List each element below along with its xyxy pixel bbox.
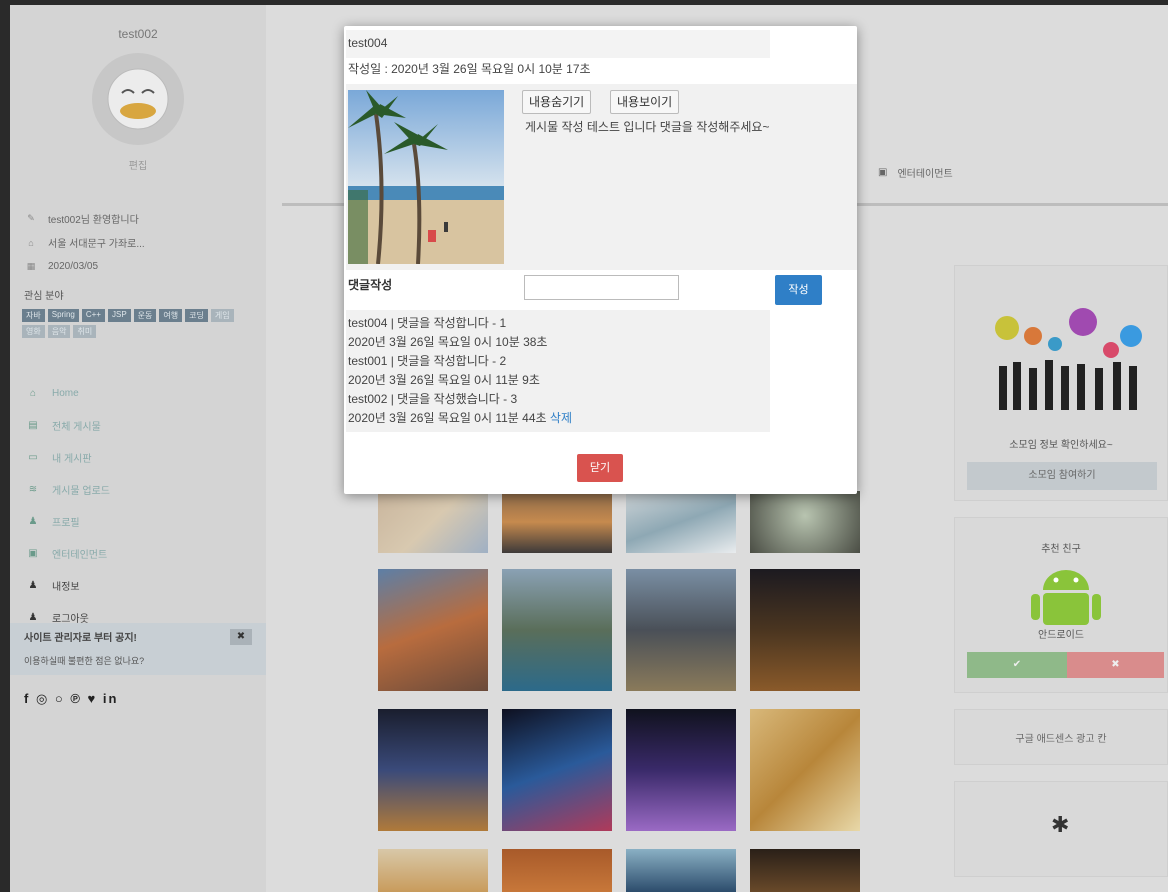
comment-date-row: 2020년 3월 26일 목요일 0시 11분 44초 삭제 <box>348 409 768 428</box>
info-address: ⌂ 서울 서대문구 가좌로... <box>26 235 144 251</box>
photo-tile[interactable] <box>378 709 488 831</box>
comment-text: test002 | 댓글을 작성했습니다 - 3 <box>348 392 518 406</box>
photo-tile[interactable] <box>750 849 860 892</box>
tag: 영화 <box>22 325 45 338</box>
bug-widget: ✱ <box>954 781 1168 877</box>
reject-friend-button[interactable]: ✖ <box>1067 652 1164 678</box>
photo-tile[interactable] <box>502 709 612 831</box>
friend-title: 추천 친구 <box>1041 544 1081 555</box>
sidebar-item-my-info[interactable]: ♟ 내정보 <box>10 569 266 601</box>
tag: Spring <box>47 309 79 322</box>
friend-widget: 추천 친구 안드로이드 ✔ ✖ <box>954 517 1168 693</box>
profile-username: test002 <box>118 27 158 41</box>
join-group-button[interactable]: 소모임 참여하기 <box>967 462 1157 490</box>
comment-text: test004 | 댓글을 작성합니다 - 1 <box>348 316 507 330</box>
comment-date: 2020년 3월 26일 목요일 0시 11분 44초 <box>348 411 547 425</box>
tag: C++ <box>81 309 105 322</box>
ad-widget: 구글 애드센스 광고 칸 <box>954 709 1168 765</box>
post-body: 내용숨기기 내용보이기 게시물 작성 테스트 입니다 댓글을 작성해주세요~ <box>346 84 857 270</box>
delete-comment-link[interactable]: 삭제 <box>550 411 572 425</box>
comment-list: test004 | 댓글을 작성합니다 - 1 2020년 3월 26일 목요일… <box>346 310 770 432</box>
tag: 취미 <box>73 325 97 338</box>
photo-tile[interactable] <box>626 849 736 892</box>
sidebar-item-profile[interactable]: ♟ 프로필 <box>10 505 266 537</box>
comment-label: 댓글작성 <box>348 278 393 292</box>
hide-content-button[interactable]: 내용숨기기 <box>522 90 592 114</box>
tag: 코딩 <box>185 309 208 322</box>
home-icon: ⌂ <box>29 387 37 399</box>
comment-date: 2020년 3월 26일 목요일 0시 11분 9초 <box>348 373 540 387</box>
folder-icon: ▭ <box>28 451 38 463</box>
film-icon: ▣ <box>878 167 888 178</box>
sidebar-item-my-board[interactable]: ▭ 내 게시판 <box>10 441 266 473</box>
notice-close-button[interactable]: ✖ <box>230 629 252 645</box>
notice-text: 이용하실때 불편한 점은 없나요? <box>24 656 145 666</box>
home-icon: ⌂ <box>28 237 34 248</box>
post-author: test004 <box>346 30 770 58</box>
tag: 자바 <box>22 309 45 322</box>
tag: JSP <box>107 309 131 322</box>
photo-tile[interactable] <box>378 491 488 553</box>
group-widget: 소모임 정보 확인하세요~ 소모임 참여하기 <box>954 265 1168 501</box>
photo-tile[interactable] <box>626 569 736 691</box>
notice-title: 사이트 관리자로 부터 공지! <box>24 633 137 644</box>
photo-tile[interactable] <box>378 569 488 691</box>
sidebar-item-upload[interactable]: ≋ 게시물 업로드 <box>10 473 266 505</box>
calendar-icon: ▦ <box>26 261 36 271</box>
tag: 운동 <box>133 309 157 322</box>
edit-profile-link[interactable]: 편집 <box>10 157 266 172</box>
group-label: 소모임 정보 확인하세요~ <box>1009 440 1113 451</box>
beach-photo <box>348 90 504 264</box>
photo-tile[interactable] <box>626 491 736 553</box>
ad-label: 구글 애드센스 광고 칸 <box>1015 734 1107 745</box>
photo-tile[interactable] <box>626 709 736 831</box>
friend-name: 안드로이드 <box>1038 630 1084 641</box>
sidebar-item-home[interactable]: ⌂ Home <box>10 377 266 409</box>
comment-input[interactable] <box>524 275 679 300</box>
post-date: 작성일 : 2020년 3월 26일 목요일 0시 10분 17초 <box>348 62 591 76</box>
photo-tile[interactable] <box>502 569 612 691</box>
admin-notice: 사이트 관리자로 부터 공지! 이용하실때 불편한 점은 없나요? ✖ <box>10 623 266 675</box>
header-entertainment-link[interactable]: ▣ 엔터테이먼트 <box>878 165 953 180</box>
comment-date: 2020년 3월 26일 목요일 0시 10분 38초 <box>348 335 548 349</box>
user-icon: ♟ <box>28 515 38 527</box>
wifi-icon: ≋ <box>28 483 38 495</box>
film-icon: ▣ <box>28 547 38 559</box>
post-photo <box>348 90 504 264</box>
photo-tile[interactable] <box>750 491 860 553</box>
user-icon: ♟ <box>28 579 38 591</box>
submit-comment-button[interactable]: 작성 <box>775 275 822 305</box>
sidebar-item-all-posts[interactable]: ▤ 전체 게시물 <box>10 409 266 441</box>
list-icon: ▤ <box>28 419 38 431</box>
duck-avatar-icon <box>107 68 169 130</box>
tag: 게임 <box>210 309 234 322</box>
info-welcome: ✎ test002님 환영합니다 <box>27 213 139 226</box>
user-icon: ♟ <box>28 611 38 623</box>
social-links[interactable]: f ◎ ○ ℗ ♥ in <box>24 691 118 707</box>
crowd-illustration-icon <box>995 308 1142 410</box>
info-date: ▦ 2020/03/05 <box>26 261 99 272</box>
photo-tile[interactable] <box>750 709 860 831</box>
sidebar-item-entertainment[interactable]: ▣ 엔터테인먼트 <box>10 537 266 569</box>
close-modal-button[interactable]: 닫기 <box>577 454 623 482</box>
post-modal: test004 작성일 : 2020년 3월 26일 목요일 0시 10분 17… <box>344 26 857 494</box>
photo-tile[interactable] <box>378 849 488 892</box>
show-content-button[interactable]: 내용보이기 <box>610 90 680 114</box>
pencil-icon: ✎ <box>27 213 35 223</box>
sidebar-nav: ⌂ Home ▤ 전체 게시물 ▭ 내 게시판 ≋ 게시물 업로드 ♟ 프로필 … <box>10 377 266 633</box>
sidebar: test002 편집 ✎ test002님 환영합니다 ⌂ 서울 서대문구 가좌… <box>10 5 266 892</box>
tag: 여행 <box>159 309 183 322</box>
accept-friend-button[interactable]: ✔ <box>967 652 1067 678</box>
avatar[interactable] <box>92 53 184 145</box>
photo-tile[interactable] <box>502 849 612 892</box>
comment-text: test001 | 댓글을 작성합니다 - 2 <box>348 354 507 368</box>
photo-tile[interactable] <box>502 491 612 553</box>
photo-tile[interactable] <box>750 569 860 691</box>
bug-icon[interactable]: ✱ <box>1051 812 1069 838</box>
interest-tags: 자바 Spring C++ JSP 운동 여행 코딩 게임 영화 음악 취미 <box>22 309 254 338</box>
android-icon <box>1031 570 1101 625</box>
interest-label: 관심 분야 <box>24 291 64 302</box>
tag: 음악 <box>47 325 71 338</box>
post-content: 게시물 작성 테스트 입니다 댓글을 작성해주세요~ <box>525 120 770 134</box>
